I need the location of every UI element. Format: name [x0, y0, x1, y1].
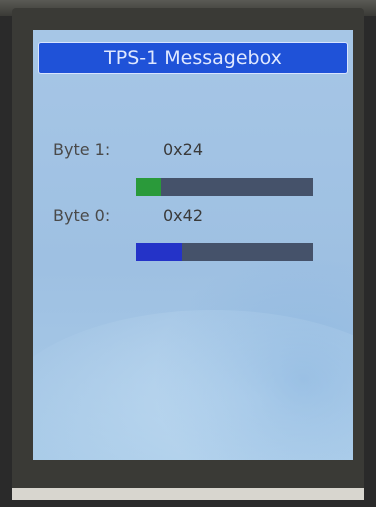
byte-0-bar [136, 243, 313, 261]
byte-0-value: 0x42 [163, 206, 204, 225]
byte-1-value: 0x24 [163, 140, 204, 159]
background-wave-dark [153, 250, 353, 460]
title-bar: TPS-1 Messagebox [38, 42, 348, 74]
byte-0-bar-fill [136, 243, 183, 261]
byte-1-bar [136, 178, 313, 196]
byte-1-bar-fill [136, 178, 161, 196]
window-title: TPS-1 Messagebox [104, 47, 282, 69]
byte-1-label: Byte 1: [53, 140, 111, 159]
board-footer [12, 488, 364, 500]
lcd-screen: TPS-1 Messagebox Byte 1: 0x24 Byte 0: 0x… [33, 30, 353, 460]
byte-0-label: Byte 0: [53, 206, 111, 225]
